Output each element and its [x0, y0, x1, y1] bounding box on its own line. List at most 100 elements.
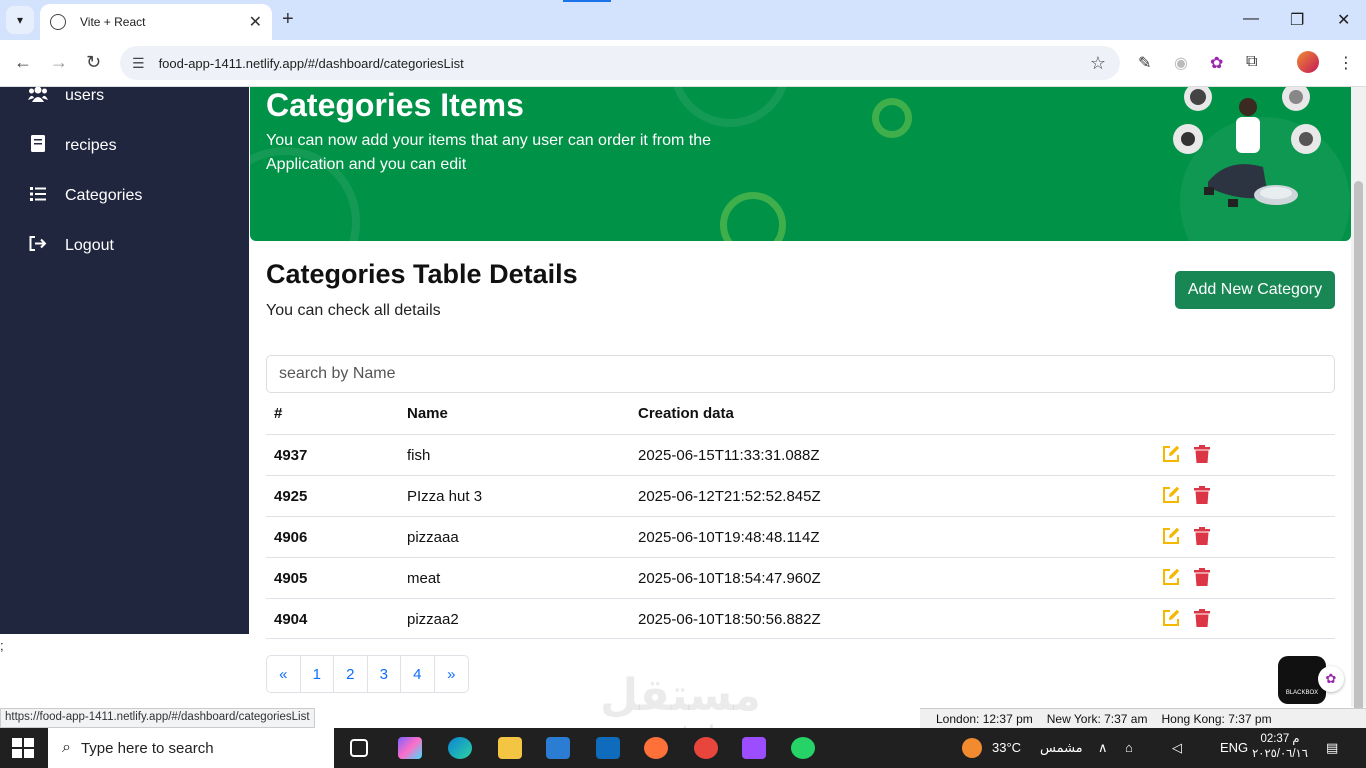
url-text: food-app-1411.netlify.app/#/dashboard/ca… [158, 55, 464, 71]
delete-icon[interactable] [1194, 568, 1210, 586]
sidebar-item-label: Logout [65, 237, 114, 254]
page-title: Categories Items [266, 87, 524, 123]
row-date: 2025-06-15T11:33:31.088Z [638, 447, 820, 464]
table-row: 4906 pizzaaa 2025-06-10T19:48:48.114Z [266, 516, 1335, 557]
page-1[interactable]: 1 [301, 656, 334, 692]
row-name: meat [407, 570, 441, 587]
row-id: 4905 [274, 570, 308, 587]
decor-ring [670, 87, 790, 127]
sidebar-item-users[interactable]: users [28, 84, 104, 108]
add-category-button[interactable]: Add New Category [1175, 271, 1335, 309]
sidebar-item-logout[interactable]: Logout [28, 234, 114, 258]
weather-icon[interactable] [962, 738, 982, 758]
firefox-icon[interactable] [644, 737, 668, 759]
extensions-puzzle-icon[interactable]: ⧉ [1246, 53, 1257, 71]
scrollbar-thumb[interactable] [1354, 181, 1363, 768]
bookmark-star-icon[interactable]: ☆ [1090, 53, 1106, 74]
edit-icon[interactable] [1162, 609, 1180, 627]
minimize-button[interactable]: — [1243, 10, 1259, 28]
taskbar-date: ٢٠٢٥/٠٦/١٦ [1252, 748, 1308, 760]
sidebar-item-label: Categories [65, 187, 143, 204]
file-explorer-icon[interactable] [498, 737, 522, 759]
chrome-icon[interactable] [694, 737, 718, 759]
table-header-id: # [274, 405, 283, 422]
profile-avatar[interactable] [1297, 51, 1319, 73]
taskbar-clock[interactable]: 02:37 م ٢٠٢٥/٠٦/١٦ [1252, 732, 1308, 762]
sidebar-item-label: users [65, 87, 105, 104]
page-next[interactable]: » [435, 656, 469, 692]
chef-illustration [1173, 87, 1321, 207]
notification-icon[interactable]: ▤ [1326, 740, 1338, 756]
edge-icon[interactable] [448, 737, 472, 759]
row-name: fish [407, 447, 431, 464]
table-header-date: Creation data [638, 405, 734, 422]
edit-icon[interactable] [1162, 445, 1180, 463]
decor-ring [872, 98, 912, 138]
new-tab-button[interactable]: + [282, 8, 294, 31]
taskbar-time: 02:37 م [1260, 733, 1300, 745]
taskbar: ⌕ Type here to search 33°C مشمس ∧ ⌂ ◁ EN… [0, 728, 1366, 768]
close-window-button[interactable]: ✕ [1337, 10, 1350, 30]
table-row: 4937 fish 2025-06-15T11:33:31.088Z [266, 434, 1335, 475]
eyedropper-extension-icon[interactable]: ✎ [1138, 53, 1151, 73]
page-prev[interactable]: « [267, 656, 301, 692]
row-date: 2025-06-10T18:50:56.882Z [638, 611, 821, 628]
section-title: Categories Table Details [266, 259, 578, 289]
clock-hongkong: Hong Kong: 7:37 pm [1161, 711, 1272, 726]
delete-icon[interactable] [1194, 527, 1210, 545]
stray-text: ; [0, 638, 4, 653]
language-indicator[interactable]: ENG [1220, 740, 1248, 755]
search-input[interactable] [266, 355, 1335, 393]
weather-temp: 33°C [992, 740, 1022, 755]
sidebar: users recipes Categories Logout [0, 84, 249, 634]
row-id: 4925 [274, 488, 308, 505]
sidebar-item-categories[interactable]: Categories [28, 184, 142, 208]
site-info-icon[interactable]: ☰ [132, 55, 145, 72]
page-scrollbar[interactable] [1351, 87, 1366, 768]
clock-london: London: 12:37 pm [936, 711, 1033, 726]
extension-icon[interactable]: ◉ [1174, 53, 1188, 73]
edit-icon[interactable] [1162, 568, 1180, 586]
watermark: مستقل [600, 671, 761, 720]
brain-extension-icon[interactable]: ✿ [1210, 53, 1223, 73]
search-icon: ⌕ [62, 739, 71, 756]
row-id: 4906 [274, 529, 308, 546]
delete-icon[interactable] [1194, 609, 1210, 627]
status-url: https://food-app-1411.netlify.app/#/dash… [0, 708, 315, 728]
outlook-icon[interactable] [596, 737, 620, 759]
chevron-up-icon[interactable]: ∧ [1098, 740, 1108, 756]
volume-icon[interactable]: ◁ [1172, 740, 1182, 756]
sidebar-item-recipes[interactable]: recipes [28, 134, 117, 158]
address-bar[interactable]: ☰ food-app-1411.netlify.app/#/dashboard/… [120, 46, 1120, 80]
network-icon[interactable]: ⌂ [1125, 740, 1133, 755]
taskbar-search-placeholder: Type here to search [80, 739, 214, 757]
task-view-icon[interactable] [350, 739, 368, 757]
row-name: pizzaa2 [407, 611, 459, 628]
forward-icon[interactable]: → [50, 52, 68, 73]
windows-start-icon[interactable] [12, 738, 34, 758]
delete-icon[interactable] [1194, 445, 1210, 463]
brain-widget-icon[interactable]: ✿ [1318, 666, 1344, 692]
taskbar-search[interactable]: ⌕ Type here to search [48, 728, 334, 768]
tab-search-button[interactable]: ▾ [6, 6, 34, 34]
menu-dots-icon[interactable]: ⋮ [1338, 53, 1354, 73]
row-id: 4937 [274, 447, 308, 464]
edit-icon[interactable] [1162, 527, 1180, 545]
copilot-icon[interactable] [398, 737, 422, 759]
pagination: « 1 2 3 4 » [266, 655, 469, 693]
browser-toolbar: ← → ↻ ☰ food-app-1411.netlify.app/#/dash… [0, 40, 1366, 87]
table-row: 4905 meat 2025-06-10T18:54:47.960Z [266, 557, 1335, 598]
browser-tab[interactable]: Vite + React ✕ [40, 4, 272, 40]
page-3[interactable]: 3 [368, 656, 401, 692]
edit-icon[interactable] [1162, 486, 1180, 504]
store-icon[interactable] [546, 737, 570, 759]
restore-button[interactable]: ❐ [1290, 10, 1304, 30]
reload-icon[interactable]: ↻ [86, 52, 101, 73]
whatsapp-icon[interactable] [791, 737, 815, 759]
delete-icon[interactable] [1194, 486, 1210, 504]
close-tab-icon[interactable]: ✕ [249, 12, 262, 32]
page-4[interactable]: 4 [401, 656, 435, 692]
vscode-icon[interactable] [742, 737, 766, 759]
back-icon[interactable]: ← [14, 52, 32, 73]
page-2[interactable]: 2 [334, 656, 368, 692]
